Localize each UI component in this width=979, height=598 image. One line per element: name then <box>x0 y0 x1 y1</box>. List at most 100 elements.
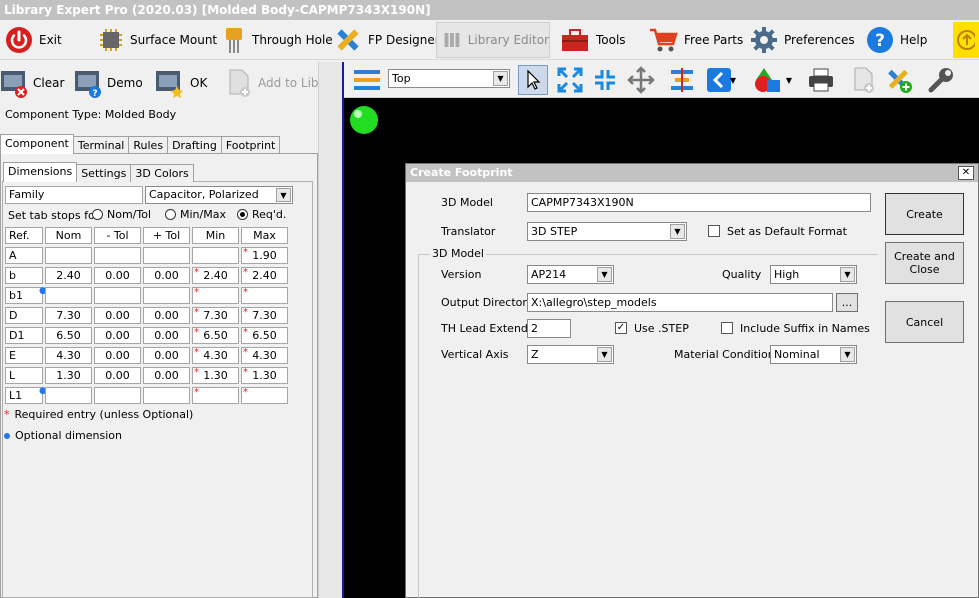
cell-min[interactable]: * 6.50 <box>192 326 239 344</box>
cell-min[interactable]: * <box>192 286 239 304</box>
cell-nom[interactable]: 4.30 <box>45 346 92 364</box>
radio-nom-tol[interactable]: Nom/Tol <box>92 208 151 221</box>
tab-component[interactable]: Component <box>0 134 74 154</box>
table-row: A * 1.90 <box>5 246 288 264</box>
cell-ptol[interactable] <box>143 286 190 304</box>
tab-rules[interactable]: Rules <box>128 136 169 154</box>
quality-select[interactable]: High ▼ <box>770 265 857 284</box>
cell-ntol[interactable]: 0.00 <box>94 346 141 364</box>
cell-nom[interactable]: 6.50 <box>45 326 92 344</box>
translator-select[interactable]: 3D STEP ▼ <box>527 222 687 241</box>
printer-icon[interactable] <box>806 65 836 95</box>
cell-ptol[interactable]: 0.00 <box>143 306 190 324</box>
include-suffix-checkbox[interactable] <box>721 322 733 334</box>
output-dir-input[interactable]: X:\allegro\step_models <box>527 293 833 312</box>
add-to-lib-button[interactable]: Add to Lib <box>227 66 319 100</box>
chevron-down-icon[interactable]: ▼ <box>726 65 740 95</box>
tab-dimensions[interactable]: Dimensions <box>3 162 78 182</box>
add-page-icon[interactable] <box>849 65 879 95</box>
tab-terminal[interactable]: Terminal <box>72 136 130 154</box>
radio-min-max[interactable]: Min/Max <box>165 208 226 221</box>
cell-max[interactable]: * 7.30 <box>241 306 288 324</box>
tab-drafting[interactable]: Drafting <box>167 136 222 154</box>
library-icon <box>444 32 460 48</box>
cell-nom[interactable] <box>45 386 92 404</box>
zoom-extents-icon[interactable] <box>555 65 585 95</box>
wrench-icon[interactable] <box>926 65 956 95</box>
cell-ntol[interactable] <box>94 386 141 404</box>
help-button[interactable]: ? Help <box>866 22 927 58</box>
cell-ptol[interactable]: 0.00 <box>143 346 190 364</box>
cell-nom[interactable]: 1.30 <box>45 366 92 384</box>
cell-min[interactable]: * 1.30 <box>192 366 239 384</box>
cancel-button[interactable]: Cancel <box>885 301 964 343</box>
cell-ntol[interactable]: 0.00 <box>94 366 141 384</box>
cell-max[interactable]: * 1.90 <box>241 246 288 264</box>
through-hole-button[interactable]: Through Hole <box>222 22 333 58</box>
cell-nom[interactable]: 7.30 <box>45 306 92 324</box>
cell-ntol[interactable] <box>94 286 141 304</box>
th-lead-input[interactable]: 2 <box>527 319 571 338</box>
shapes-icon[interactable] <box>753 65 783 95</box>
preferences-button[interactable]: Preferences <box>750 22 855 58</box>
zoom-in-icon[interactable] <box>590 65 620 95</box>
tab-3d-colors[interactable]: 3D Colors <box>130 164 194 182</box>
cell-nom[interactable] <box>45 286 92 304</box>
exit-button[interactable]: Exit <box>5 22 62 58</box>
fp-designer-button[interactable]: FP Designer <box>334 22 440 58</box>
default-format-checkbox[interactable] <box>708 225 720 237</box>
add-tool-icon[interactable] <box>884 65 914 95</box>
cell-min[interactable]: * 7.30 <box>192 306 239 324</box>
update-button[interactable] <box>953 22 979 58</box>
left-scrollbar[interactable] <box>318 62 342 598</box>
material-select[interactable]: Nominal ▼ <box>770 345 857 364</box>
cell-ptol[interactable]: 0.00 <box>143 366 190 384</box>
cell-nom[interactable] <box>45 246 92 264</box>
create-and-close-button[interactable]: Create and Close <box>885 242 964 284</box>
cell-max[interactable]: * 6.50 <box>241 326 288 344</box>
cell-min[interactable]: * 2.40 <box>192 266 239 284</box>
clear-button[interactable]: Clear <box>0 66 64 100</box>
free-parts-button[interactable]: Free Parts <box>648 22 743 58</box>
cell-ntol[interactable]: 0.00 <box>94 306 141 324</box>
cell-ptol[interactable] <box>143 246 190 264</box>
cell-max[interactable]: * 1.30 <box>241 366 288 384</box>
version-select[interactable]: AP214 ▼ <box>527 265 614 284</box>
cell-ptol[interactable]: 0.00 <box>143 266 190 284</box>
cell-min[interactable] <box>192 246 239 264</box>
layer-select[interactable]: Top ▼ <box>388 69 510 88</box>
exit-label: Exit <box>39 33 62 47</box>
cell-max[interactable]: * <box>241 386 288 404</box>
create-button[interactable]: Create <box>885 193 964 235</box>
cell-min[interactable]: * <box>192 386 239 404</box>
radio-reqd[interactable]: Req'd. <box>237 208 286 221</box>
tools-button[interactable]: Tools <box>560 22 626 58</box>
chevron-down-icon[interactable]: ▼ <box>782 65 796 95</box>
demo-button[interactable]: ? Demo <box>74 66 143 100</box>
cell-max[interactable]: * <box>241 286 288 304</box>
cell-min[interactable]: * 4.30 <box>192 346 239 364</box>
surface-mount-button[interactable]: Surface Mount <box>98 22 217 58</box>
browse-button[interactable]: ... <box>836 293 858 312</box>
cell-max[interactable]: * 2.40 <box>241 266 288 284</box>
tab-settings[interactable]: Settings <box>76 164 132 182</box>
cell-ptol[interactable] <box>143 386 190 404</box>
family-select[interactable]: Capacitor, Polarized ▼ <box>145 186 293 204</box>
ok-button[interactable]: OK <box>155 66 207 100</box>
library-editor-button[interactable]: Library Editor <box>436 22 550 58</box>
layers-icon[interactable] <box>352 65 382 95</box>
use-step-checkbox[interactable]: ✓ <box>615 322 627 334</box>
cell-ptol[interactable]: 0.00 <box>143 326 190 344</box>
cell-ntol[interactable]: 0.00 <box>94 266 141 284</box>
pointer-icon[interactable] <box>518 65 548 95</box>
close-icon[interactable]: ✕ <box>958 166 974 180</box>
cell-nom[interactable]: 2.40 <box>45 266 92 284</box>
tab-footprint[interactable]: Footprint <box>220 136 281 154</box>
model-input[interactable]: CAPMP7343X190N <box>527 193 871 212</box>
cell-ntol[interactable] <box>94 246 141 264</box>
align-icon[interactable] <box>667 65 697 95</box>
vertical-axis-select[interactable]: Z ▼ <box>527 345 614 364</box>
pan-icon[interactable] <box>626 65 656 95</box>
cell-max[interactable]: * 4.30 <box>241 346 288 364</box>
cell-ntol[interactable]: 0.00 <box>94 326 141 344</box>
